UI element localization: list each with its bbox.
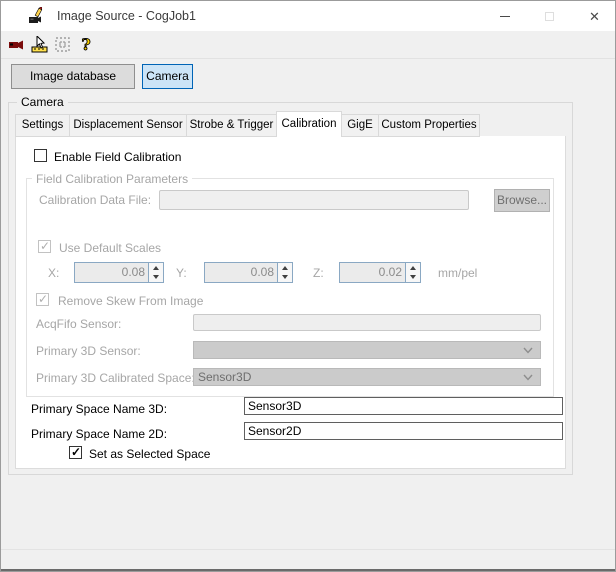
z-scale-value: 0.02 xyxy=(378,265,402,279)
bottom-divider xyxy=(1,549,615,550)
set-as-selected-space-label: Set as Selected Space xyxy=(89,447,211,461)
app-camera-pencil-icon xyxy=(29,7,43,23)
calibration-data-file-input xyxy=(159,190,469,210)
primary-3d-calibrated-space-combobox: Sensor3D xyxy=(193,368,541,386)
window-bottom-edge xyxy=(1,569,615,571)
use-default-scales-checkbox xyxy=(38,239,51,253)
camera-tabstrip: Settings Displacement Sensor Strobe & Tr… xyxy=(15,111,480,137)
field-calibration-groupbox xyxy=(26,178,554,397)
tab-custom-properties[interactable]: Custom Properties xyxy=(378,114,480,137)
primary-3d-calibrated-space-value: Sensor3D xyxy=(198,370,252,384)
maximize-icon xyxy=(545,11,554,21)
spin-up-icon xyxy=(406,263,420,273)
chevron-down-icon xyxy=(523,374,533,381)
maximize-button xyxy=(527,1,572,31)
camera-groupbox-label: Camera xyxy=(17,95,68,109)
toolbar: ? xyxy=(1,31,615,59)
y-scale-spinner: 0.08 xyxy=(204,262,293,283)
image-database-button[interactable]: Image database xyxy=(11,64,135,89)
titlebar: Image Source - CogJob1 ✕ xyxy=(1,1,615,31)
close-button[interactable]: ✕ xyxy=(572,1,615,31)
primary-3d-sensor-combobox xyxy=(193,341,541,359)
chevron-down-icon xyxy=(523,347,533,354)
window-title: Image Source - CogJob1 xyxy=(57,9,196,23)
image-source-dialog: Image Source - CogJob1 ✕ ? Image databas… xyxy=(0,0,616,572)
tab-strobe-trigger[interactable]: Strobe & Trigger xyxy=(186,114,277,137)
y-scale-value: 0.08 xyxy=(250,265,274,279)
enable-field-calibration-label: Enable Field Calibration xyxy=(54,150,182,164)
acqfifo-sensor-label: AcqFifo Sensor: xyxy=(36,317,122,331)
minimize-button[interactable] xyxy=(482,1,527,31)
set-as-selected-space-checkbox[interactable] xyxy=(69,445,82,459)
enable-field-calibration-checkbox[interactable] xyxy=(34,149,47,162)
close-icon: ✕ xyxy=(589,8,600,24)
tab-gige[interactable]: GigE xyxy=(341,114,379,137)
z-scale-label: Z: xyxy=(313,266,324,280)
spin-down-icon xyxy=(406,273,420,283)
browse-button[interactable]: Browse... xyxy=(494,189,550,212)
x-scale-label: X: xyxy=(48,266,60,280)
x-scale-spin-buttons xyxy=(148,263,163,282)
help-icon[interactable]: ? xyxy=(74,33,97,56)
y-scale-label: Y: xyxy=(176,266,187,280)
z-scale-spin-buttons xyxy=(405,263,420,282)
primary-space-name-2d-label: Primary Space Name 2D: xyxy=(31,427,168,441)
x-scale-spinner: 0.08 xyxy=(74,262,164,283)
minimize-icon xyxy=(499,15,510,17)
tab-settings[interactable]: Settings xyxy=(15,114,70,137)
calibration-ruler-icon[interactable] xyxy=(28,33,51,56)
primary-space-name-3d-label: Primary Space Name 3D: xyxy=(31,402,168,416)
tab-calibration[interactable]: Calibration xyxy=(276,111,342,137)
region-icon xyxy=(51,33,74,56)
primary-3d-sensor-label: Primary 3D Sensor: xyxy=(36,344,141,358)
spin-down-icon xyxy=(278,273,292,283)
primary-space-name-2d-input[interactable] xyxy=(244,422,563,440)
spin-up-icon xyxy=(149,263,163,273)
primary-space-name-3d-input[interactable] xyxy=(244,397,563,415)
y-scale-spin-buttons xyxy=(277,263,292,282)
camera-icon[interactable] xyxy=(5,33,28,56)
calibration-data-file-label: Calibration Data File: xyxy=(39,193,152,207)
x-scale-value: 0.08 xyxy=(121,265,145,279)
field-calibration-groupbox-label: Field Calibration Parameters xyxy=(32,172,193,186)
remove-skew-checkbox xyxy=(36,292,49,306)
spin-down-icon xyxy=(149,273,163,283)
scale-units-label: mm/pel xyxy=(438,266,478,280)
use-default-scales-label: Use Default Scales xyxy=(59,241,162,255)
z-scale-spinner: 0.02 xyxy=(339,262,421,283)
camera-button[interactable]: Camera xyxy=(142,64,193,89)
svg-text:?: ? xyxy=(81,36,90,54)
remove-skew-label: Remove Skew From Image xyxy=(58,294,204,308)
acqfifo-sensor-input xyxy=(193,314,541,331)
spin-up-icon xyxy=(278,263,292,273)
primary-3d-calibrated-space-label: Primary 3D Calibrated Space: xyxy=(36,371,195,385)
tab-displacement-sensor[interactable]: Displacement Sensor xyxy=(69,114,187,137)
